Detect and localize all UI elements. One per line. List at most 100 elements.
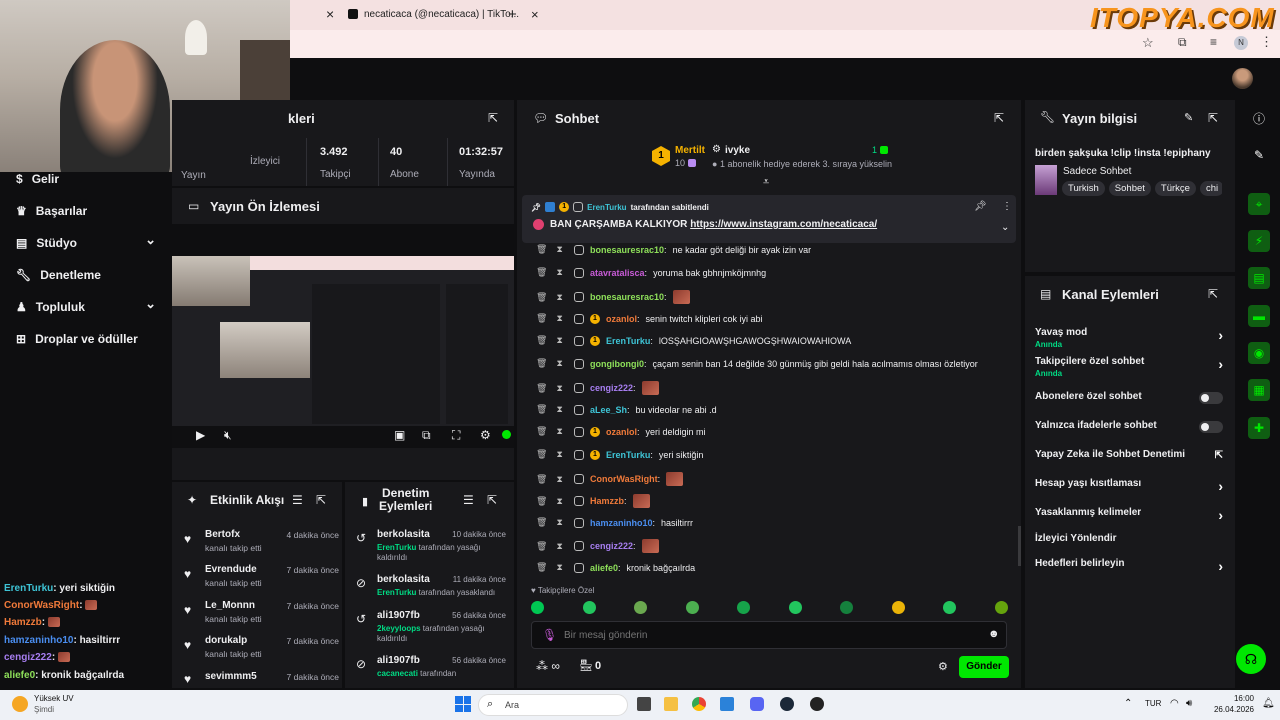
mute-icon[interactable]: 🔇︎ (224, 428, 232, 443)
followers-only-row[interactable]: Takipçilere özel sohbet Anında › (1035, 356, 1223, 378)
tray-chevron-icon[interactable]: ⌃ (1124, 698, 1132, 709)
file-explorer-icon[interactable] (664, 697, 678, 711)
timeout-icon[interactable]: ⧗ (556, 358, 562, 369)
fullscreen-icon[interactable]: ⛶ (452, 428, 460, 443)
popout-icon[interactable]: ⇱ (316, 493, 326, 507)
pencil-icon[interactable]: ✎ (1248, 144, 1270, 166)
timeout-icon[interactable]: ⧗ (556, 335, 562, 346)
windows-start-icon[interactable] (455, 696, 471, 712)
notifications-icon[interactable]: 🔔︎ (1262, 698, 1275, 709)
set-goals-row[interactable]: Hedefleri belirleyin › (1035, 558, 1223, 574)
subs-only-toggle[interactable] (1199, 392, 1223, 404)
vscode-icon[interactable] (720, 697, 734, 711)
play-icon[interactable]: ▶ (196, 428, 205, 442)
delete-icon[interactable]: 🗑︎ (536, 404, 547, 415)
info-icon[interactable]: ⓘ (1248, 107, 1270, 129)
pip-icon[interactable]: ⧉ (422, 428, 431, 443)
ai-moderation-row[interactable]: Yapay Zeka ile Sohbet Denetimi ⇱ (1035, 449, 1223, 461)
delete-icon[interactable]: 🗑︎ (536, 292, 547, 303)
emote-button[interactable] (891, 601, 905, 614)
emote-button[interactable] (994, 601, 1008, 614)
layout-icon[interactable]: ▦ (1248, 379, 1270, 401)
sidebar-item-basarilar[interactable]: ♛ Başarılar (16, 204, 87, 218)
chat-username[interactable]: aliefe0 (590, 563, 618, 573)
channel-points-icon[interactable]: ⁂ ∞ (536, 659, 560, 673)
timeout-icon[interactable]: ⧗ (556, 404, 562, 415)
emote-button[interactable] (737, 601, 750, 614)
mic-icon[interactable]: 🎙︎ (542, 628, 557, 642)
wifi-icon[interactable]: ◠ (1170, 698, 1179, 709)
chat-username[interactable]: atavratalisca (590, 268, 645, 278)
chat-username[interactable]: ErenTurku (606, 336, 650, 346)
preview-video[interactable]: ▶ 🔇︎ ▣ ⧉ ⛶ ⚙ (172, 256, 514, 448)
new-tab-button[interactable]: + (508, 0, 517, 28)
timeout-icon[interactable]: ⧗ (556, 313, 562, 324)
chat-username[interactable]: bonesauresrac10 (590, 292, 664, 302)
delete-icon[interactable]: 🗑︎ (536, 267, 547, 278)
popout-icon[interactable]: ⇱ (488, 111, 498, 125)
delete-icon[interactable]: 🗑︎ (536, 358, 547, 369)
timeout-icon[interactable]: ⧗ (556, 517, 562, 528)
account-age-row[interactable]: Hesap yaşı kısıtlaması › (1035, 478, 1223, 494)
delete-icon[interactable]: 🗑︎ (536, 383, 547, 394)
task-view-icon[interactable] (637, 697, 651, 711)
chat-input[interactable] (564, 626, 974, 644)
banned-words-row[interactable]: Yasaklanmış kelimeler › (1035, 507, 1223, 523)
timeout-icon[interactable]: ⧗ (556, 449, 562, 460)
chat-settings-icon[interactable]: ⚙ (938, 660, 948, 673)
chat-bubble-icon[interactable]: ▬ (1248, 305, 1270, 327)
taskbar-search[interactable]: ⌕ Ara (478, 694, 628, 716)
emote-button[interactable] (788, 601, 802, 614)
chat-username[interactable]: aLee_Sh (590, 405, 627, 415)
popout-icon[interactable]: ⇱ (1208, 111, 1218, 125)
delete-icon[interactable]: 🗑︎ (536, 496, 547, 507)
chat-username[interactable]: cengiz222 (590, 541, 633, 551)
chat-username[interactable]: ozanlol (606, 427, 637, 437)
sidebar-item-droplar[interactable]: ⊞ Droplar ve ödüller (16, 332, 138, 346)
extensions-icon[interactable]: ⧉ (1178, 35, 1187, 50)
emote-button[interactable] (531, 601, 544, 614)
menu-icon[interactable]: ⋮ (1260, 34, 1273, 50)
sidebar-item-topluluk[interactable]: ♟ Topluluk ⌄ (16, 296, 156, 314)
edit-icon[interactable]: ✎ (1184, 111, 1193, 124)
chat-username[interactable]: Hamzzb (590, 496, 624, 506)
tag[interactable]: Sohbet (1108, 181, 1151, 196)
delete-icon[interactable]: 🗑︎ (536, 562, 547, 573)
gear-icon[interactable]: ⚙ (480, 428, 491, 442)
document-icon[interactable]: ▤ (1248, 267, 1270, 289)
popout-icon[interactable]: ⇱ (1208, 287, 1218, 301)
tag[interactable]: Turkish (1062, 181, 1105, 196)
store-icon[interactable]: 🏪︎ (579, 659, 593, 672)
chat-username[interactable]: cengiz222 (590, 383, 633, 393)
tag[interactable]: chi (1199, 181, 1222, 196)
star-icon[interactable]: ☆ (1142, 35, 1154, 51)
delete-icon[interactable]: 🗑︎ (536, 335, 547, 346)
sidebar-item-studyo[interactable]: ▤ Stüdyo ⌄ (16, 232, 156, 250)
emote-only-toggle[interactable] (1199, 421, 1223, 433)
media-icon[interactable]: ≡ (1210, 35, 1217, 49)
clock-time[interactable]: 16:00 (1220, 694, 1254, 703)
delete-icon[interactable]: 🗑︎ (536, 244, 547, 255)
timeout-icon[interactable]: ⧗ (556, 244, 562, 255)
volume-icon[interactable]: 🔊︎ (1186, 698, 1192, 709)
timeout-icon[interactable]: ⧗ (556, 474, 562, 485)
gift-event-name[interactable]: ivyke (725, 145, 750, 156)
delete-icon[interactable]: 🗑︎ (536, 426, 547, 437)
unpin-icon[interactable]: 📌︎ (974, 201, 987, 212)
emoji-icon[interactable]: ☻ (988, 628, 1000, 640)
chat-username[interactable]: ozanlol (606, 314, 637, 324)
delete-icon[interactable]: 🗑︎ (536, 313, 547, 324)
emote-button[interactable] (685, 601, 699, 614)
profile-avatar[interactable]: N (1234, 36, 1248, 50)
chat-username[interactable]: ConorWasRight (590, 474, 658, 484)
broadcast-icon[interactable]: ◉ (1248, 342, 1270, 364)
redirect-viewers-row[interactable]: İzleyici Yönlendir (1035, 533, 1223, 544)
chat-username[interactable]: gongibongi0 (590, 359, 644, 369)
emote-button[interactable] (582, 601, 596, 614)
timeout-icon[interactable]: ⧗ (556, 496, 562, 507)
tab-close-button[interactable]: × (531, 7, 539, 22)
timeout-icon[interactable]: ⧗ (556, 426, 562, 437)
emote-button[interactable] (634, 601, 647, 614)
popout-icon[interactable]: ⇱ (487, 493, 497, 507)
chat-username[interactable]: ErenTurku (606, 450, 650, 460)
